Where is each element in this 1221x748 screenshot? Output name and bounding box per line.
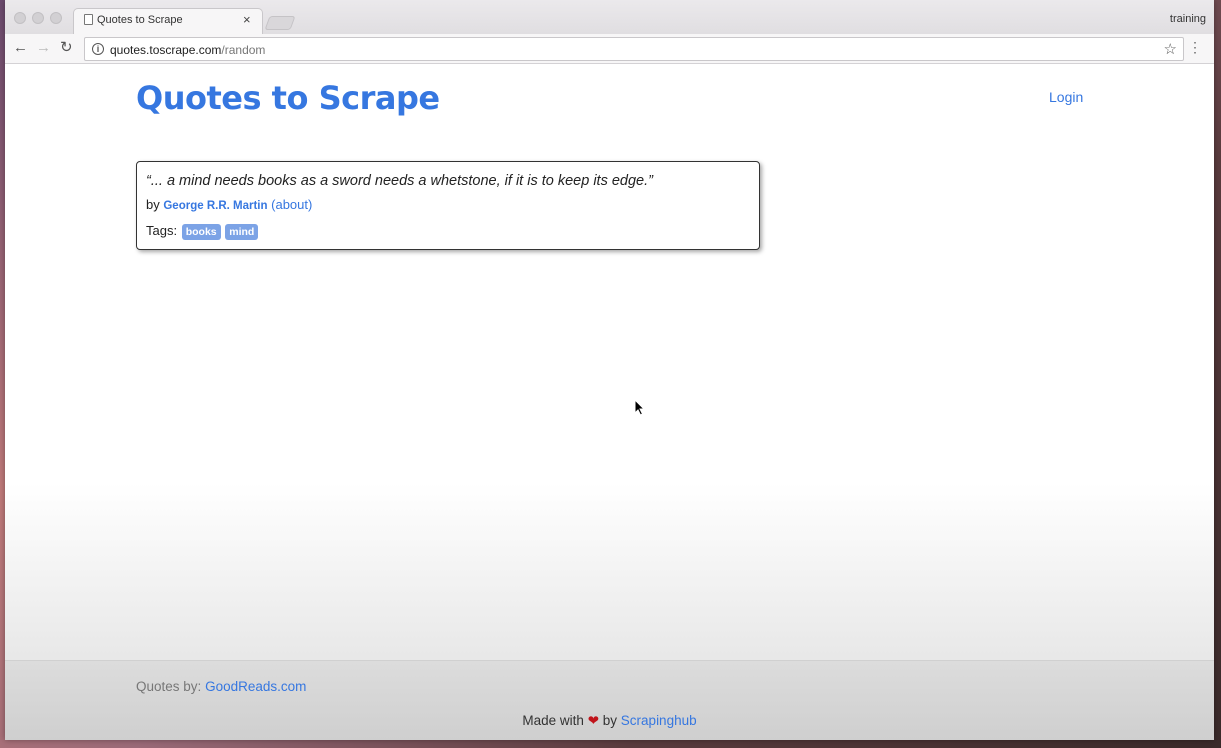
scrapinghub-link[interactable]: Scrapinghub [621,713,697,728]
tab-close-icon[interactable]: × [243,12,251,27]
forward-arrow-icon[interactable]: → [36,39,51,56]
web-page: Quotes to Scrape Login “... a mind needs… [5,64,1214,740]
new-tab-button[interactable] [264,16,296,30]
author-name: George R.R. Martin [163,200,268,212]
tag-books[interactable]: books [181,224,221,240]
minimize-window-button[interactable] [32,12,44,24]
heart-icon: ❤ [587,713,599,728]
by-label: by [146,197,160,212]
quote-byline: by George R.R. Martin (about) [146,197,312,212]
quote-text: “... a mind needs books as a sword needs… [146,173,653,189]
info-icon[interactable]: i [92,43,104,55]
login-link[interactable]: Login [1049,89,1083,105]
site-title[interactable]: Quotes to Scrape [136,79,440,117]
bookmark-star-icon[interactable]: ☆ [1164,40,1177,58]
tab-title: Quotes to Scrape [97,14,183,26]
mouse-cursor-icon [634,399,646,416]
browser-menu-icon[interactable]: ⋮ [1188,39,1202,56]
document-icon [84,14,93,25]
tag-mind[interactable]: mind [225,224,259,240]
url-text[interactable]: quotes.toscrape.com/random [110,43,265,57]
tags-label: Tags: [146,223,178,238]
about-link[interactable]: (about) [271,197,312,212]
tags-row: Tags: books mind [146,223,259,240]
browser-window: Quotes to Scrape × training ← → ↻ i quot… [5,0,1214,740]
made-with-credit: Made with ❤ by Scrapinghub [522,713,697,728]
back-arrow-icon[interactable]: ← [13,39,28,56]
reload-icon[interactable]: ↻ [60,38,73,56]
close-window-button[interactable] [14,12,26,24]
quote-card: “... a mind needs books as a sword needs… [136,161,760,250]
address-bar[interactable]: i quotes.toscrape.com/random ☆ [84,37,1184,61]
browser-toolbar: ← → ↻ i quotes.toscrape.com/random ☆ ⋮ [5,34,1214,64]
zoom-window-button[interactable] [50,12,62,24]
goodreads-link[interactable]: GoodReads.com [205,679,306,694]
tab-strip: Quotes to Scrape × training [5,0,1214,34]
quotes-source: Quotes by: GoodReads.com [136,679,307,694]
footer: Quotes by: GoodReads.com Made with ❤ by … [5,660,1214,740]
profile-name[interactable]: training [1170,13,1206,25]
